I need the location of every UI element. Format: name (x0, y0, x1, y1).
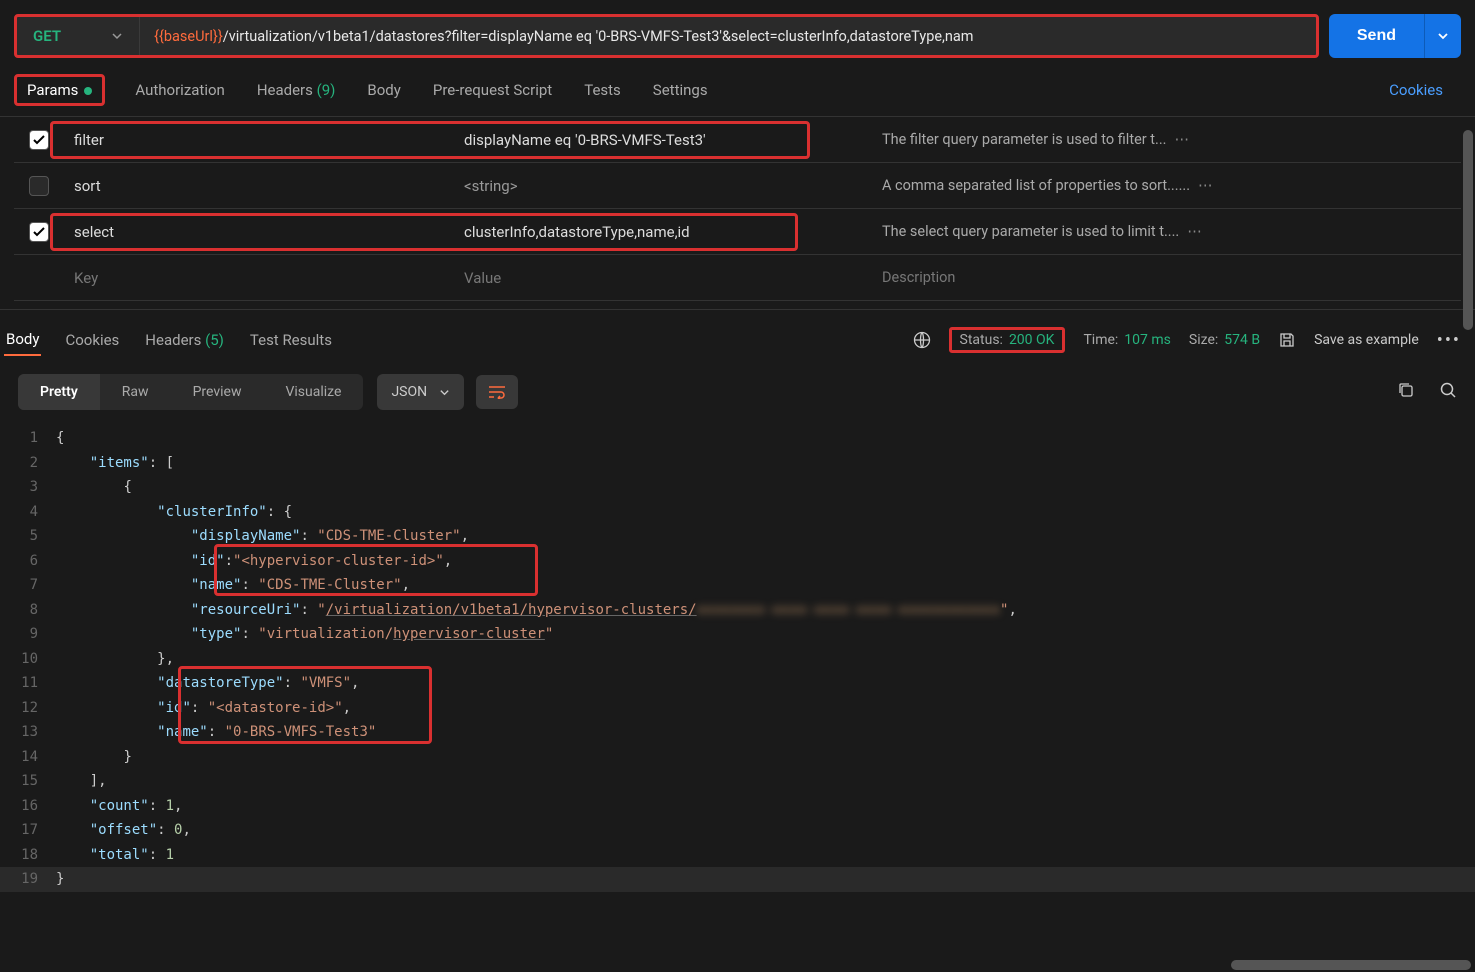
save-icon[interactable] (1278, 331, 1296, 349)
param-value-placeholder[interactable]: Value (464, 269, 864, 287)
more-options-icon[interactable]: ••• (1437, 330, 1461, 351)
chevron-down-icon (111, 30, 123, 42)
scrollbar-vertical[interactable] (1463, 130, 1473, 330)
tab-params[interactable]: Params (14, 74, 105, 106)
tab-prerequest[interactable]: Pre-request Script (431, 77, 554, 103)
table-row-new: Key Value Description (14, 255, 1461, 301)
param-checkbox[interactable] (29, 222, 49, 242)
method-url-container: GET {{baseUrl}}/virtualization/v1beta1/d… (14, 14, 1319, 58)
scrollbar-horizontal[interactable] (1231, 960, 1471, 970)
response-time: Time: 107 ms (1083, 332, 1170, 348)
cookies-link[interactable]: Cookies (1389, 81, 1461, 99)
response-size: Size: 574 B (1189, 332, 1260, 348)
save-as-example[interactable]: Save as example (1314, 332, 1419, 348)
response-status: Status: 200 OK (949, 327, 1066, 353)
request-bar: GET {{baseUrl}}/virtualization/v1beta1/d… (0, 0, 1475, 68)
table-row: select clusterInfo,datastoreType,name,id… (14, 209, 1461, 255)
tab-authorization[interactable]: Authorization (133, 77, 226, 103)
url-path: /virtualization/v1beta1/datastores?filte… (223, 28, 974, 45)
body-view-controls: Pretty Raw Preview Visualize JSON (0, 364, 1475, 420)
globe-icon[interactable] (913, 331, 931, 349)
params-table: filter displayName eq '0-BRS-VMFS-Test3'… (0, 116, 1475, 301)
send-button-group: Send (1329, 14, 1461, 58)
param-key[interactable]: filter (64, 131, 464, 149)
param-key[interactable]: select (64, 223, 464, 241)
send-dropdown-button[interactable] (1424, 14, 1461, 58)
tab-tests[interactable]: Tests (582, 77, 623, 103)
url-variable: {{baseUrl}} (154, 28, 223, 45)
param-value[interactable]: displayName eq '0-BRS-VMFS-Test3' (464, 131, 864, 149)
view-mode-tabs: Pretty Raw Preview Visualize (18, 374, 363, 410)
view-tab-raw[interactable]: Raw (100, 374, 171, 410)
response-body-code[interactable]: 1{ 2 "items": [ 3 { 4 "clusterInfo": { 5… (0, 420, 1475, 892)
response-header: Body Cookies Headers (5) Test Results St… (0, 309, 1475, 364)
http-method-label: GET (33, 27, 61, 45)
table-row: filter displayName eq '0-BRS-VMFS-Test3'… (14, 117, 1461, 163)
tab-body[interactable]: Body (365, 77, 402, 103)
param-desc-placeholder[interactable]: Description (864, 269, 1461, 286)
params-active-dot (84, 87, 92, 95)
param-description[interactable]: The filter query parameter is used to fi… (864, 131, 1461, 148)
view-tab-visualize[interactable]: Visualize (263, 374, 363, 410)
param-key-placeholder[interactable]: Key (64, 269, 464, 287)
tab-settings[interactable]: Settings (651, 77, 710, 103)
param-key[interactable]: sort (64, 177, 464, 195)
response-tab-cookies[interactable]: Cookies (63, 325, 121, 355)
response-tab-body[interactable]: Body (4, 324, 41, 356)
url-input[interactable]: {{baseUrl}}/virtualization/v1beta1/datas… (140, 28, 1316, 45)
response-tab-test-results[interactable]: Test Results (248, 325, 334, 355)
response-tab-headers[interactable]: Headers (5) (143, 325, 226, 355)
param-checkbox[interactable] (29, 130, 49, 150)
view-tab-pretty[interactable]: Pretty (18, 374, 100, 410)
param-description[interactable]: The select query parameter is used to li… (864, 223, 1461, 240)
search-icon[interactable] (1439, 381, 1457, 403)
request-tabs: Params Authorization Headers (9) Body Pr… (0, 68, 1475, 116)
param-value[interactable]: <string> (464, 177, 864, 195)
view-tab-preview[interactable]: Preview (171, 374, 264, 410)
wrap-lines-icon[interactable] (476, 375, 518, 409)
format-dropdown[interactable]: JSON (377, 374, 464, 410)
http-method-select[interactable]: GET (17, 17, 140, 55)
param-checkbox[interactable] (29, 176, 49, 196)
copy-icon[interactable] (1397, 381, 1415, 403)
tab-headers[interactable]: Headers (9) (255, 77, 338, 103)
send-button[interactable]: Send (1329, 14, 1424, 58)
param-value[interactable]: clusterInfo,datastoreType,name,id (464, 223, 864, 241)
table-row: sort <string> A comma separated list of … (14, 163, 1461, 209)
param-description[interactable]: A comma separated list of properties to … (864, 177, 1461, 194)
